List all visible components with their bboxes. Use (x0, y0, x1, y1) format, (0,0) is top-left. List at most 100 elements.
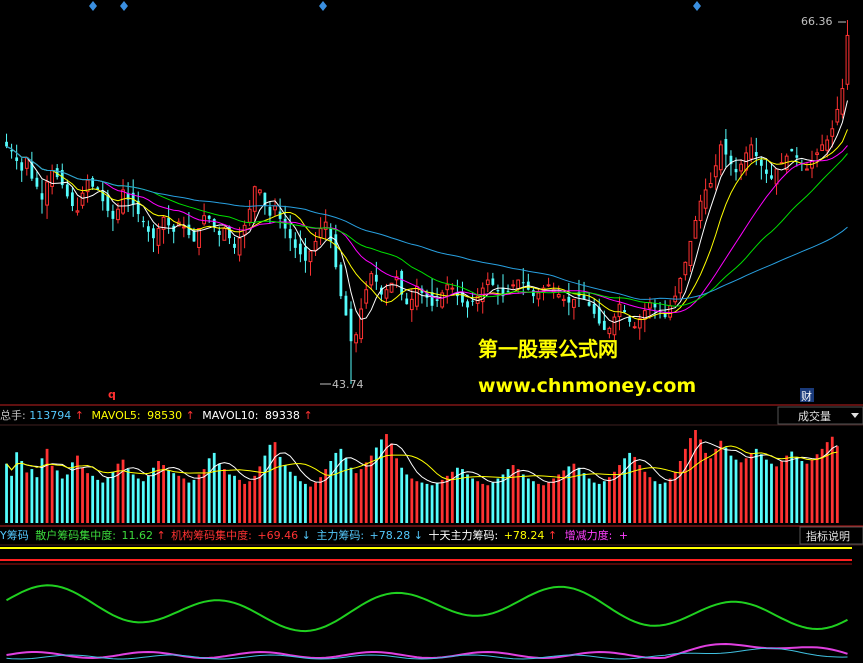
candle-body-up (252, 186, 257, 212)
event-marker-icon[interactable] (89, 1, 97, 11)
candle-body-up (572, 298, 576, 308)
explain-button[interactable]: 指标说明 (799, 526, 863, 545)
change-label: 增减力度: (565, 528, 613, 542)
candle-body-down (344, 295, 348, 316)
candle-body-up (75, 210, 80, 213)
low-price-label: 43.74 (332, 378, 364, 391)
volume-bar (486, 485, 490, 523)
volume-bar (415, 481, 419, 523)
top-event-markers[interactable] (89, 1, 701, 11)
inst-arrow: ↓ (302, 529, 311, 542)
candle-body-up (805, 168, 809, 171)
volume-bar (10, 475, 13, 523)
candle-body-down (405, 298, 409, 305)
candle-body-up (237, 237, 242, 256)
candle-body-up (845, 34, 850, 85)
volume-bar (770, 463, 773, 523)
candle-body-down (592, 303, 596, 314)
volume-bar (283, 465, 287, 523)
volume-bar (800, 461, 804, 523)
volume-bar (172, 473, 176, 523)
indicator-dropdown[interactable]: 成交量 (777, 406, 863, 425)
volume-bar (309, 486, 312, 523)
event-marker-icon[interactable] (693, 1, 701, 11)
volume-bar (45, 448, 49, 523)
volume-bar (749, 452, 753, 523)
candle-body-down (795, 155, 799, 158)
candle-body-down (217, 230, 221, 235)
volume-bar (5, 463, 8, 523)
finance-marker-label[interactable]: 财 (801, 389, 812, 403)
candle-body-up (713, 165, 718, 178)
candle-body-up (511, 284, 516, 287)
volume-bar (30, 469, 34, 523)
candle-body-down (587, 302, 591, 306)
marker-q-label: q (108, 388, 116, 401)
candlestick-series (5, 20, 850, 384)
candle-body-down (349, 308, 353, 342)
candle-body-up (450, 287, 455, 290)
candle-body-up (815, 152, 819, 155)
main-value: +78.28 (370, 529, 411, 542)
volume-bar (557, 474, 561, 523)
volume-bar (420, 482, 424, 523)
volume-bar (65, 474, 69, 523)
volume-bar (820, 448, 824, 523)
candle-body-up (668, 305, 673, 318)
dropdown-label[interactable]: 成交量 (798, 409, 831, 423)
volume-bar (526, 478, 530, 523)
volume-bar (678, 461, 682, 523)
candle-body-down (288, 229, 292, 239)
event-marker-icon[interactable] (319, 1, 327, 11)
candle-body-down (10, 150, 13, 152)
candle-body-up (840, 88, 845, 115)
volume-bar (633, 456, 637, 523)
volume-bar (268, 444, 272, 523)
volume-bar (314, 482, 317, 523)
volume-bar (602, 481, 606, 523)
candle-body-down (70, 192, 74, 207)
stock-chart-canvas: 66.36 43.74 q 财 第一股票公式网 www.chnmoney.com… (0, 1, 863, 660)
candle-body-up (181, 226, 186, 229)
volume-bar (795, 456, 799, 523)
volume-bar (192, 479, 196, 523)
volume-bar (643, 471, 647, 523)
volume-bar (86, 473, 89, 523)
candle-body-up (561, 298, 566, 301)
explain-button-label[interactable]: 指标说明 (806, 529, 850, 543)
volume-bar (228, 474, 231, 523)
watermark-title: 第一股票公式网 (478, 337, 618, 361)
candle-body-down (172, 225, 176, 232)
volume-bar (288, 471, 292, 523)
volume-bar (572, 463, 576, 523)
candle-body-up (121, 189, 125, 214)
mavol10-arrow: ↑ (303, 409, 312, 422)
volume-bar (293, 475, 297, 523)
moving-average-lines (6, 100, 848, 324)
candle-body-down (339, 264, 343, 297)
retail-value: 11.62 (121, 529, 153, 542)
candle-body-down (496, 290, 500, 292)
volume-bar (344, 458, 348, 523)
volume-ma-line (6, 445, 838, 481)
candle-body-down (435, 299, 439, 301)
candle-body-down (567, 296, 571, 303)
volume-bar (50, 465, 54, 523)
change-value: + (619, 529, 628, 542)
volume-bar (699, 439, 702, 523)
volume-bar (121, 459, 125, 523)
event-marker-icon[interactable] (120, 1, 128, 11)
volume-bar (790, 451, 794, 523)
volume-bar (410, 478, 414, 523)
volume-bar (273, 442, 277, 523)
volume-bar (648, 477, 652, 523)
candle-body-down (521, 282, 525, 284)
volume-bar (734, 459, 738, 523)
candle-body-up (703, 189, 708, 209)
candle-body-up (749, 144, 754, 160)
volume-bar (683, 448, 687, 523)
candle-body-down (491, 278, 495, 285)
volume-bar (466, 474, 469, 523)
volume-bar (754, 448, 758, 523)
candle-body-up (485, 279, 490, 286)
